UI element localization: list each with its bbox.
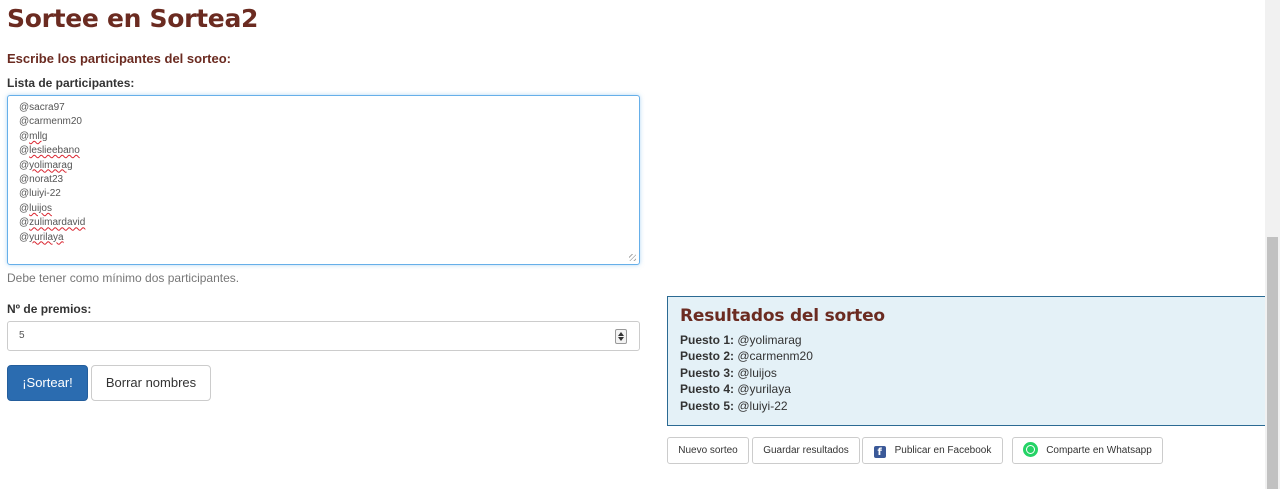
participants-label: Lista de participantes: bbox=[7, 76, 135, 90]
participant-line: @mllg bbox=[19, 130, 48, 142]
result-name: @yolimarag bbox=[737, 333, 802, 347]
facebook-icon: f bbox=[873, 446, 886, 458]
result-name: @yurilaya bbox=[737, 382, 791, 397]
whatsapp-icon bbox=[1023, 442, 1039, 457]
result-name: @carmenm20 bbox=[737, 349, 813, 364]
result-rank: Puesto 2: bbox=[680, 349, 735, 364]
result-row: Puesto 1: @yolimarag bbox=[680, 332, 1268, 348]
results-title: Resultados del sorteo bbox=[680, 306, 885, 326]
result-rank: Puesto 3: bbox=[680, 365, 735, 380]
participants-list: @sacra97 @carmenm20 @mllg @leslieebano @yoli… bbox=[19, 101, 628, 245]
participants-hint: Debe tener como mínimo dos participantes… bbox=[7, 271, 240, 285]
new-draw-button[interactable]: Nuevo sorteo bbox=[667, 437, 749, 464]
result-row: Puesto 4: @yurilaya bbox=[680, 381, 1268, 397]
prizes-stepper[interactable] bbox=[615, 329, 627, 344]
result-name: @luijos bbox=[737, 365, 777, 380]
participant-line: @zulimardavid bbox=[19, 217, 86, 229]
resize-grip-icon[interactable] bbox=[629, 254, 636, 261]
prizes-input[interactable]: 5 bbox=[7, 321, 640, 351]
scrollbar-thumb[interactable] bbox=[1267, 237, 1278, 489]
whatsapp-share-label: Comparte en Whatsapp bbox=[1046, 445, 1152, 456]
result-rank: Puesto 5: bbox=[680, 398, 735, 413]
result-row: Puesto 5: @luiyi-22 bbox=[680, 398, 1268, 414]
results-panel: Resultados del sorteo Puesto 1: @yolimar… bbox=[667, 296, 1280, 426]
participant-line: @yolimarag bbox=[19, 159, 73, 171]
result-row: Puesto 3: @luijos bbox=[680, 365, 1268, 381]
stepper-up-icon[interactable] bbox=[618, 332, 624, 336]
result-rank: Puesto 1: bbox=[680, 333, 735, 347]
section-subtitle: Escribe los participantes del sorteo: bbox=[7, 51, 231, 66]
prizes-label: Nº de premios: bbox=[7, 302, 92, 316]
whatsapp-share-button[interactable]: Comparte en Whatsapp bbox=[1012, 437, 1163, 464]
page-scrollbar[interactable] bbox=[1265, 0, 1280, 489]
results-list: Puesto 1: @yolimarag Puesto 2: @carmenm20… bbox=[680, 332, 1268, 414]
participant-line: @luiyi-22 bbox=[19, 188, 61, 200]
participant-line: @yurilaya bbox=[19, 231, 64, 243]
facebook-share-button[interactable]: f Publicar en Facebook bbox=[862, 437, 1003, 464]
participant-line: @carmenm20 bbox=[19, 116, 82, 128]
save-results-button[interactable]: Guardar resultados bbox=[752, 437, 860, 464]
participants-textarea[interactable]: @sacra97 @carmenm20 @mllg @leslieebano @yoli… bbox=[7, 95, 640, 265]
participant-line: @leslieebano bbox=[19, 145, 80, 157]
draw-button[interactable]: ¡Sortear! bbox=[7, 365, 88, 401]
result-row: Puesto 2: @carmenm20 bbox=[680, 348, 1268, 364]
result-name: @luiyi-22 bbox=[737, 398, 788, 413]
facebook-share-label: Publicar en Facebook bbox=[894, 445, 992, 456]
page-title: Sortee en Sortea2 bbox=[7, 4, 259, 33]
participant-line: @luijos bbox=[19, 202, 52, 214]
result-rank: Puesto 4: bbox=[680, 382, 735, 397]
prizes-value: 5 bbox=[19, 330, 25, 341]
clear-names-button[interactable]: Borrar nombres bbox=[91, 365, 211, 401]
participant-line: @norat23 bbox=[19, 174, 64, 186]
participant-line: @sacra97 bbox=[19, 102, 65, 113]
stepper-down-icon[interactable] bbox=[618, 337, 624, 341]
